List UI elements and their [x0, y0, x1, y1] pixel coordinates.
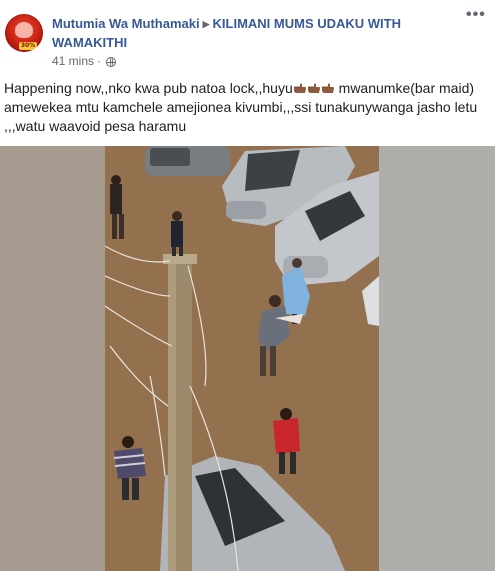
power-pole [163, 254, 197, 571]
avatar-badge: 30% [19, 42, 37, 50]
post-video[interactable] [0, 146, 495, 571]
post-header: 30% Mutumia Wa Muthamaki ▶ KILIMANI MUMS U… [0, 0, 495, 72]
share-arrow-icon: ▶ [202, 19, 210, 29]
more-options-icon[interactable]: ••• [466, 7, 486, 23]
car-top-left [145, 146, 230, 176]
post-text-part1: Happening now,,nko kwa pub natoa lock,,h… [4, 80, 293, 96]
post-meta: 41 mins · [52, 54, 117, 68]
pointing-hand-emoji [307, 83, 320, 93]
globe-icon[interactable] [106, 57, 117, 67]
timestamp-link[interactable]: 41 mins [52, 54, 94, 68]
person-top-left [110, 175, 124, 239]
pointing-hand-emoji-group [293, 80, 335, 96]
pointing-hand-emoji [293, 83, 306, 93]
post-text: Happening now,,nko kwa pub natoa lock,,h… [4, 79, 488, 136]
author-avatar[interactable]: 30% [5, 14, 43, 52]
pointing-hand-emoji [321, 83, 334, 93]
video-frame [0, 146, 495, 571]
facebook-post: 30% Mutumia Wa Muthamaki ▶ KILIMANI MUMS U… [0, 0, 495, 571]
meta-separator: · [97, 54, 102, 68]
post-title-line: Mutumia Wa Muthamaki ▶ KILIMANI MUMS UDAKU… [52, 15, 452, 52]
avatar-flower [15, 22, 33, 38]
author-name-link[interactable]: Mutumia Wa Muthamaki [52, 16, 200, 31]
